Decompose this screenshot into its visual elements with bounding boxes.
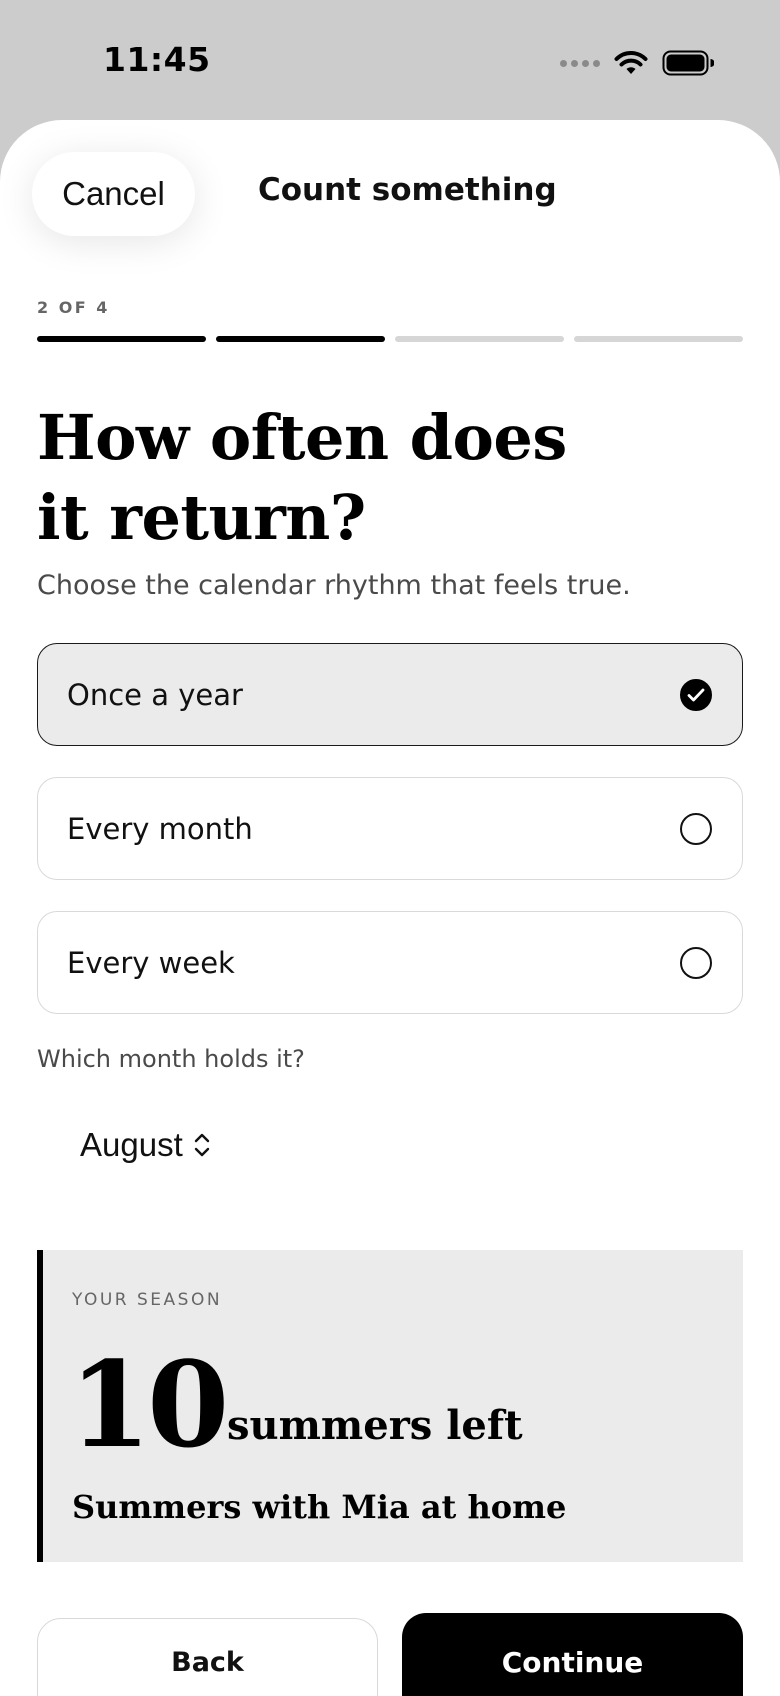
progress-bar <box>37 336 743 342</box>
progress-segment <box>395 336 564 342</box>
month-label: Which month holds it? <box>37 1045 305 1073</box>
season-eyebrow: YOUR SEASON <box>72 1290 223 1310</box>
option-every-month[interactable]: Every month <box>37 777 743 880</box>
step-indicator: 2 OF 4 <box>37 298 110 317</box>
option-label: Once a year <box>67 677 243 712</box>
season-count: 10 <box>69 1335 229 1474</box>
option-label: Every month <box>67 811 253 846</box>
radio-unchecked-icon <box>680 812 712 845</box>
radio-checked-icon <box>680 678 712 711</box>
sheet-title: Count something <box>258 172 557 208</box>
question-headline: How often does it return? <box>37 398 677 558</box>
month-value: August <box>80 1126 183 1163</box>
option-every-week[interactable]: Every week <box>37 911 743 1014</box>
signal-dots-icon <box>560 59 600 67</box>
progress-segment <box>216 336 385 342</box>
month-picker[interactable]: August <box>70 1120 221 1170</box>
wifi-icon <box>614 51 648 74</box>
headline-line-1: How often does <box>37 401 567 474</box>
cancel-button[interactable]: Cancel <box>32 152 195 236</box>
back-button[interactable]: Back <box>37 1618 378 1696</box>
progress-segment <box>574 336 743 342</box>
modal-sheet: Cancel Count something 2 OF 4 How often … <box>0 120 780 1696</box>
headline-line-2: it return? <box>37 481 366 554</box>
status-bar: 11:45 <box>0 0 780 120</box>
season-unit: summers left <box>227 1402 523 1449</box>
season-card: YOUR SEASON 10 summers left Summers with… <box>37 1250 743 1562</box>
status-time: 11:45 <box>103 40 211 79</box>
radio-unchecked-icon <box>680 946 712 979</box>
progress-segment <box>37 336 206 342</box>
season-name: Summers with Mia at home <box>72 1488 567 1526</box>
option-once-a-year[interactable]: Once a year <box>37 643 743 746</box>
option-label: Every week <box>67 945 235 980</box>
battery-icon <box>662 50 714 76</box>
continue-button[interactable]: Continue <box>402 1613 743 1696</box>
status-icons <box>560 46 714 80</box>
question-subtitle: Choose the calendar rhythm that feels tr… <box>37 570 631 601</box>
chevron-up-down-icon <box>194 1133 209 1157</box>
